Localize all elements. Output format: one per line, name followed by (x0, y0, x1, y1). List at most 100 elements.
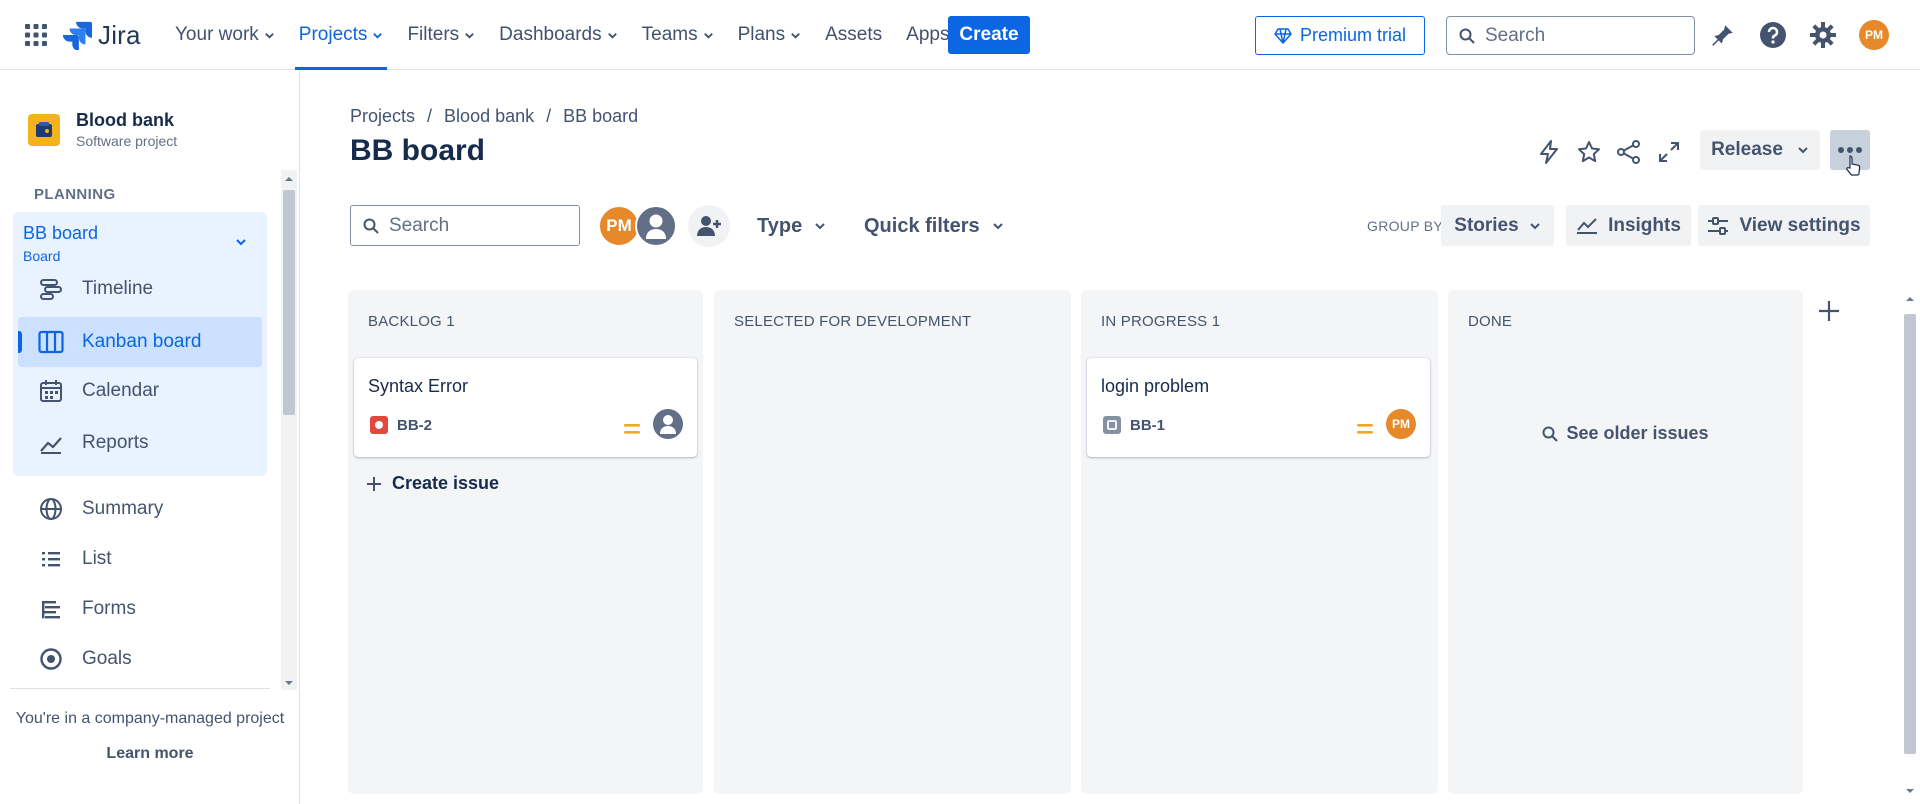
project-avatar-icon (28, 113, 60, 146)
chevron-down-icon (1798, 147, 1808, 154)
help-icon[interactable] (1758, 20, 1788, 50)
premium-trial-button[interactable]: Premium trial (1255, 16, 1425, 55)
user-silhouette-icon (646, 214, 666, 239)
sidebar-item-kanban-board[interactable]: Kanban board (18, 317, 262, 367)
search-icon (1542, 426, 1559, 442)
type-filter-dropdown[interactable]: Type (757, 212, 826, 240)
add-column-button[interactable] (1810, 292, 1848, 330)
forms-icon (38, 596, 64, 622)
view-settings-button[interactable]: View settings (1698, 205, 1870, 246)
nav-your-work[interactable]: Your work (163, 0, 287, 70)
nav-projects[interactable]: Projects (287, 0, 396, 70)
star-icon[interactable] (1574, 137, 1604, 167)
nav-filters[interactable]: Filters (395, 0, 487, 70)
nav-teams[interactable]: Teams (630, 0, 726, 70)
board-scrollbar-thumb[interactable] (1904, 314, 1916, 754)
sidebar-item-reports[interactable]: Reports (38, 430, 149, 456)
assignee-avatar-pm[interactable]: PM (1386, 409, 1416, 439)
insights-button[interactable]: Insights (1566, 205, 1691, 246)
chevron-down-icon (264, 32, 274, 39)
quick-filters-dropdown[interactable]: Quick filters (864, 212, 1004, 240)
board-search-input[interactable]: Search (350, 205, 580, 246)
share-icon[interactable] (1614, 137, 1644, 167)
user-avatar[interactable]: PM (1859, 20, 1889, 50)
calendar-icon (38, 378, 64, 404)
board-switcher[interactable]: BB board Board (23, 223, 98, 264)
page-title: BB board (350, 134, 485, 167)
kanban-board-icon (38, 329, 64, 355)
chevron-down-icon (373, 32, 383, 39)
sidebar-scrollbar[interactable] (281, 170, 297, 690)
scroll-down-arrow-icon[interactable] (1900, 784, 1920, 798)
bug-type-icon (370, 416, 388, 434)
project-type: Software project (76, 133, 178, 149)
board-name: BB board (23, 223, 99, 243)
chevron-down-icon (607, 32, 617, 39)
nav-dashboards[interactable]: Dashboards (487, 0, 629, 70)
chevron-down-icon (703, 32, 713, 39)
issue-key: BB-1 (1103, 416, 1165, 434)
insights-chart-icon (1577, 217, 1598, 234)
sidebar-item-timeline[interactable]: Timeline (38, 276, 153, 302)
issue-card-bb-2[interactable]: Syntax Error BB-2 (354, 358, 697, 457)
release-button[interactable]: Release (1700, 130, 1820, 170)
project-name: Blood bank (76, 110, 174, 130)
assignee-avatar-unassigned[interactable] (653, 409, 683, 439)
list-icon (38, 546, 64, 572)
app-switcher-icon[interactable] (24, 23, 48, 47)
nav-plans[interactable]: Plans (726, 0, 814, 70)
breadcrumb-board[interactable]: BB board (563, 106, 638, 127)
sidebar-item-forms[interactable]: Forms (38, 596, 136, 622)
search-icon (363, 218, 379, 234)
board-scrollbar[interactable] (1900, 292, 1920, 804)
sidebar-item-list[interactable]: List (38, 546, 112, 572)
sidebar-item-summary[interactable]: Summary (38, 496, 163, 522)
add-people-button[interactable] (688, 205, 730, 247)
create-button[interactable]: Create (948, 16, 1030, 54)
nav-assets[interactable]: Assets (813, 0, 894, 70)
jira-logo[interactable]: Jira (62, 18, 141, 52)
scroll-down-arrow-icon[interactable] (281, 676, 297, 690)
group-by-dropdown[interactable]: Stories (1441, 205, 1554, 246)
chevron-down-icon[interactable] (234, 235, 248, 249)
chevron-down-icon (465, 32, 474, 39)
timeline-icon (38, 276, 64, 302)
breadcrumb-project[interactable]: Blood bank (444, 106, 534, 127)
issue-card-bb-1[interactable]: login problem BB-1 PM (1087, 358, 1430, 457)
column-title: BACKLOG 1 (368, 313, 455, 330)
scroll-up-arrow-icon[interactable] (281, 172, 297, 186)
column-title: DONE (1468, 313, 1513, 330)
breadcrumb: Projects / Blood bank / BB board (350, 106, 638, 127)
project-sidebar: Blood bank Software project PLANNING BB … (0, 70, 300, 804)
breadcrumb-projects[interactable]: Projects (350, 106, 415, 127)
company-managed-note: You're in a company-managed project (15, 710, 285, 727)
assignee-filter-avatar-pm[interactable]: PM (598, 205, 640, 247)
planning-section-label: PLANNING (34, 186, 116, 203)
jira-logo-icon (62, 21, 92, 50)
settings-gear-icon[interactable] (1808, 20, 1838, 50)
sidebar-item-calendar[interactable]: Calendar (38, 378, 159, 404)
sidebar-scrollbar-thumb[interactable] (283, 190, 295, 415)
chevron-down-icon (791, 32, 800, 39)
see-older-issues-button[interactable]: See older issues (1448, 423, 1803, 444)
sidebar-item-goals[interactable]: Goals (38, 646, 132, 672)
global-search-input[interactable]: Search (1446, 16, 1695, 55)
column-done: DONE See older issues (1448, 290, 1803, 794)
assignee-filter-avatar-unassigned[interactable] (635, 205, 677, 247)
board-subtitle: Board (23, 248, 61, 264)
fullscreen-expand-icon[interactable] (1654, 137, 1684, 167)
notifications-bell-icon[interactable] (1708, 20, 1738, 50)
scroll-up-arrow-icon[interactable] (1900, 292, 1920, 306)
user-silhouette-icon (660, 415, 676, 434)
breadcrumb-separator: / (546, 106, 552, 126)
column-title: IN PROGRESS 1 (1101, 313, 1221, 330)
project-header[interactable]: Blood bank Software project (28, 110, 177, 149)
learn-more-link[interactable]: Learn more (0, 745, 300, 763)
automation-lightning-icon[interactable] (1534, 137, 1564, 167)
plus-icon (1819, 301, 1839, 321)
primary-nav: Your work Projects Filters Dashboards Te… (163, 0, 977, 70)
issue-title: Syntax Error (368, 376, 469, 396)
jira-logo-text: Jira (98, 19, 141, 50)
reports-icon (38, 430, 64, 456)
create-issue-button[interactable]: Create issue (366, 473, 499, 494)
